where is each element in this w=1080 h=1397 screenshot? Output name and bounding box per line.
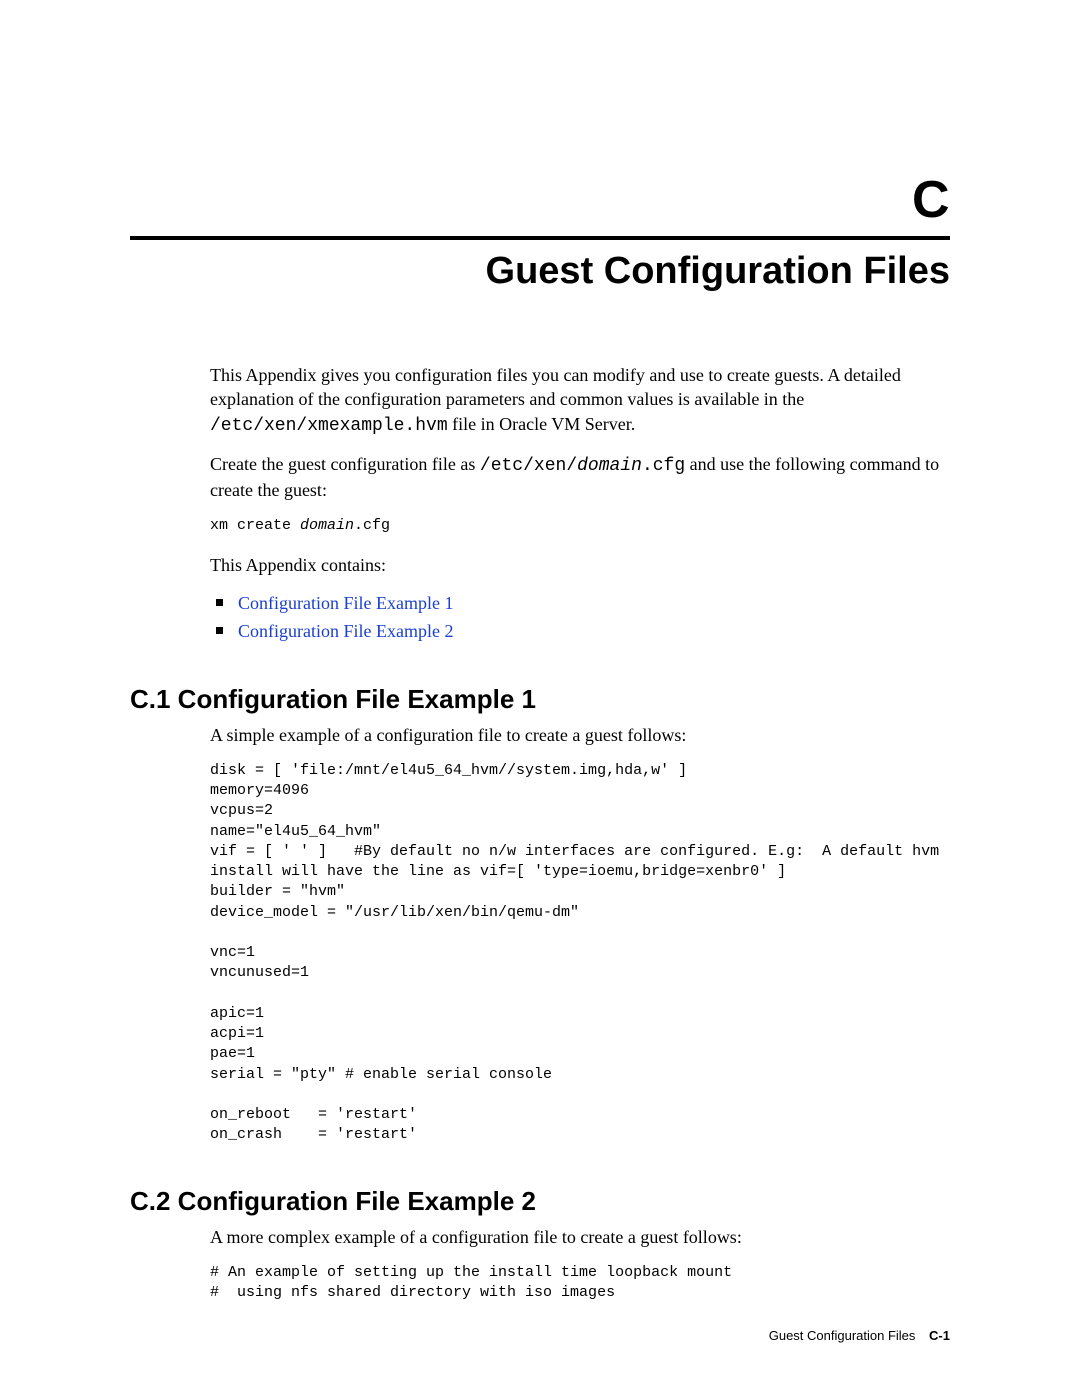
intro-p2-path-a: /etc/xen/ bbox=[480, 456, 577, 476]
section-c1-lead: A simple example of a configuration file… bbox=[210, 723, 950, 747]
page: C Guest Configuration Files This Appendi… bbox=[0, 0, 1080, 1397]
intro-p2-pre: Create the guest configuration file as bbox=[210, 454, 480, 474]
contains-label: This Appendix contains: bbox=[210, 553, 950, 577]
section-c1-body: A simple example of a configuration file… bbox=[210, 723, 950, 1146]
intro-p1-pre: This Appendix gives you configuration fi… bbox=[210, 365, 901, 409]
intro-p2-domain: domain bbox=[577, 456, 642, 476]
intro-p1-path: /etc/xen/xmexample.hvm bbox=[210, 416, 448, 436]
create-command: xm create domain.cfg bbox=[210, 516, 950, 536]
cmd-pre: xm create bbox=[210, 517, 300, 534]
intro-paragraph-2: Create the guest configuration file as /… bbox=[210, 452, 950, 503]
intro-paragraph-1: This Appendix gives you configuration fi… bbox=[210, 363, 950, 438]
footer-title: Guest Configuration Files bbox=[769, 1328, 916, 1343]
toc-link-example-2[interactable]: Configuration File Example 2 bbox=[238, 621, 453, 641]
footer-page-number: C-1 bbox=[929, 1328, 950, 1343]
intro-block: This Appendix gives you configuration fi… bbox=[210, 363, 950, 644]
section-heading-c1: C.1 Configuration File Example 1 bbox=[130, 684, 950, 715]
toc-item: Configuration File Example 1 bbox=[210, 591, 950, 615]
cmd-domain: domain bbox=[300, 517, 354, 534]
cmd-post: .cfg bbox=[354, 517, 390, 534]
page-footer: Guest Configuration Files C-1 bbox=[769, 1328, 950, 1343]
page-title: Guest Configuration Files bbox=[130, 250, 950, 293]
code-example-2: # An example of setting up the install t… bbox=[210, 1263, 950, 1304]
intro-p1-post: file in Oracle VM Server. bbox=[448, 414, 636, 434]
toc-link-example-1[interactable]: Configuration File Example 1 bbox=[238, 593, 453, 613]
section-c2-lead: A more complex example of a configuratio… bbox=[210, 1225, 950, 1249]
code-example-1: disk = [ 'file:/mnt/el4u5_64_hvm//system… bbox=[210, 761, 950, 1146]
toc-item: Configuration File Example 2 bbox=[210, 619, 950, 643]
toc-list: Configuration File Example 1 Configurati… bbox=[210, 591, 950, 644]
intro-p2-path-b: .cfg bbox=[642, 456, 685, 476]
section-c2-body: A more complex example of a configuratio… bbox=[210, 1225, 950, 1304]
header-rule bbox=[130, 236, 950, 240]
appendix-letter: C bbox=[130, 170, 950, 230]
section-heading-c2: C.2 Configuration File Example 2 bbox=[130, 1186, 950, 1217]
